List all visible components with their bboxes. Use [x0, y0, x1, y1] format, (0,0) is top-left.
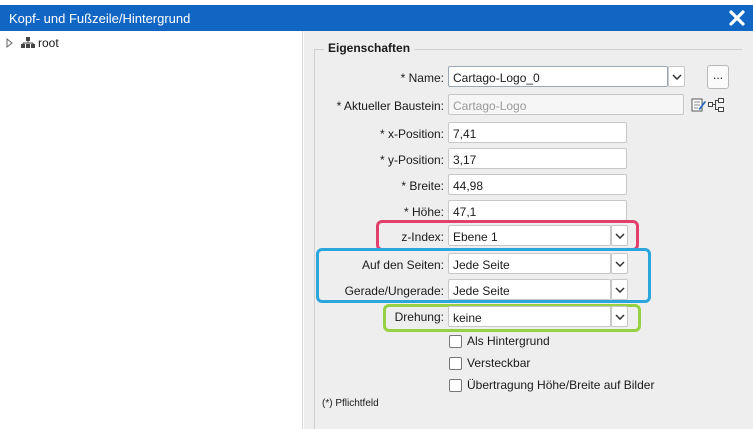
hierarchy-icon[interactable]: [708, 97, 724, 113]
checkbox-als-hintergrund[interactable]: Als Hintergrund: [449, 334, 550, 348]
expand-triangle-icon[interactable]: [5, 37, 15, 49]
chevron-down-icon: [614, 232, 625, 239]
gerade-dropdown-button[interactable]: [611, 279, 628, 300]
y-position-label: * y-Position:: [379, 153, 444, 167]
drehung-select[interactable]: keine: [448, 306, 611, 327]
name-dropdown-button[interactable]: [668, 66, 685, 87]
breite-label: * Breite:: [401, 179, 444, 193]
checkbox-uebertragung[interactable]: Übertragung Höhe/Breite auf Bilder: [449, 378, 654, 392]
required-footnote: (*) Pflichtfeld: [322, 398, 379, 409]
hoehe-input[interactable]: 47,1: [448, 200, 627, 221]
hoehe-label: * Höhe:: [403, 205, 444, 219]
name-input[interactable]: Cartago-Logo_0: [448, 66, 668, 87]
window-title: Kopf- und Fußzeile/Hintergrund: [9, 11, 191, 26]
seiten-label: Auf den Seiten:: [361, 258, 444, 272]
checkbox-label: Übertragung Höhe/Breite auf Bilder: [467, 378, 655, 392]
chevron-down-icon: [614, 313, 625, 320]
checkbox-box[interactable]: [449, 378, 462, 392]
drehung-dropdown-button[interactable]: [611, 306, 628, 327]
checkbox-box[interactable]: [449, 334, 462, 348]
structure-icon: [21, 37, 35, 49]
seiten-select[interactable]: Jede Seite: [448, 253, 611, 274]
baustein-label: * Aktueller Baustein:: [336, 99, 444, 113]
tree-node-label: root: [38, 36, 59, 50]
baustein-input: Cartago-Logo: [448, 94, 684, 115]
gerade-label: Gerade/Ungerade:: [344, 284, 444, 298]
zindex-select[interactable]: Ebene 1: [448, 225, 611, 246]
close-icon[interactable]: [727, 8, 747, 28]
title-bar: Kopf- und Fußzeile/Hintergrund: [0, 5, 753, 31]
checkbox-label: Als Hintergrund: [467, 334, 550, 348]
more-button[interactable]: ...: [707, 65, 729, 89]
gerade-select[interactable]: Jede Seite: [448, 279, 611, 300]
edit-icon[interactable]: [691, 97, 707, 113]
name-label: * Name:: [400, 71, 444, 85]
chevron-down-icon: [671, 73, 682, 80]
y-position-input[interactable]: 3,17: [448, 148, 627, 169]
properties-panel: Eigenschaften * Name: Cartago-Logo_0 ...…: [304, 31, 753, 429]
zindex-dropdown-button[interactable]: [611, 225, 628, 246]
fieldset-legend: Eigenschaften: [324, 41, 415, 55]
x-position-label: * x-Position:: [379, 127, 444, 141]
breite-input[interactable]: 44,98: [448, 174, 627, 195]
checkbox-label: Versteckbar: [467, 356, 531, 370]
chevron-down-icon: [614, 260, 625, 267]
checkbox-box[interactable]: [449, 356, 462, 370]
tree-panel: root: [0, 31, 303, 429]
chevron-down-icon: [614, 286, 625, 293]
seiten-dropdown-button[interactable]: [611, 253, 628, 274]
checkbox-versteckbar[interactable]: Versteckbar: [449, 356, 530, 370]
zindex-label: z-Index:: [401, 230, 444, 244]
drehung-label: Drehung:: [394, 310, 444, 324]
tree-node-root[interactable]: root: [5, 35, 59, 51]
x-position-input[interactable]: 7,41: [448, 122, 627, 143]
